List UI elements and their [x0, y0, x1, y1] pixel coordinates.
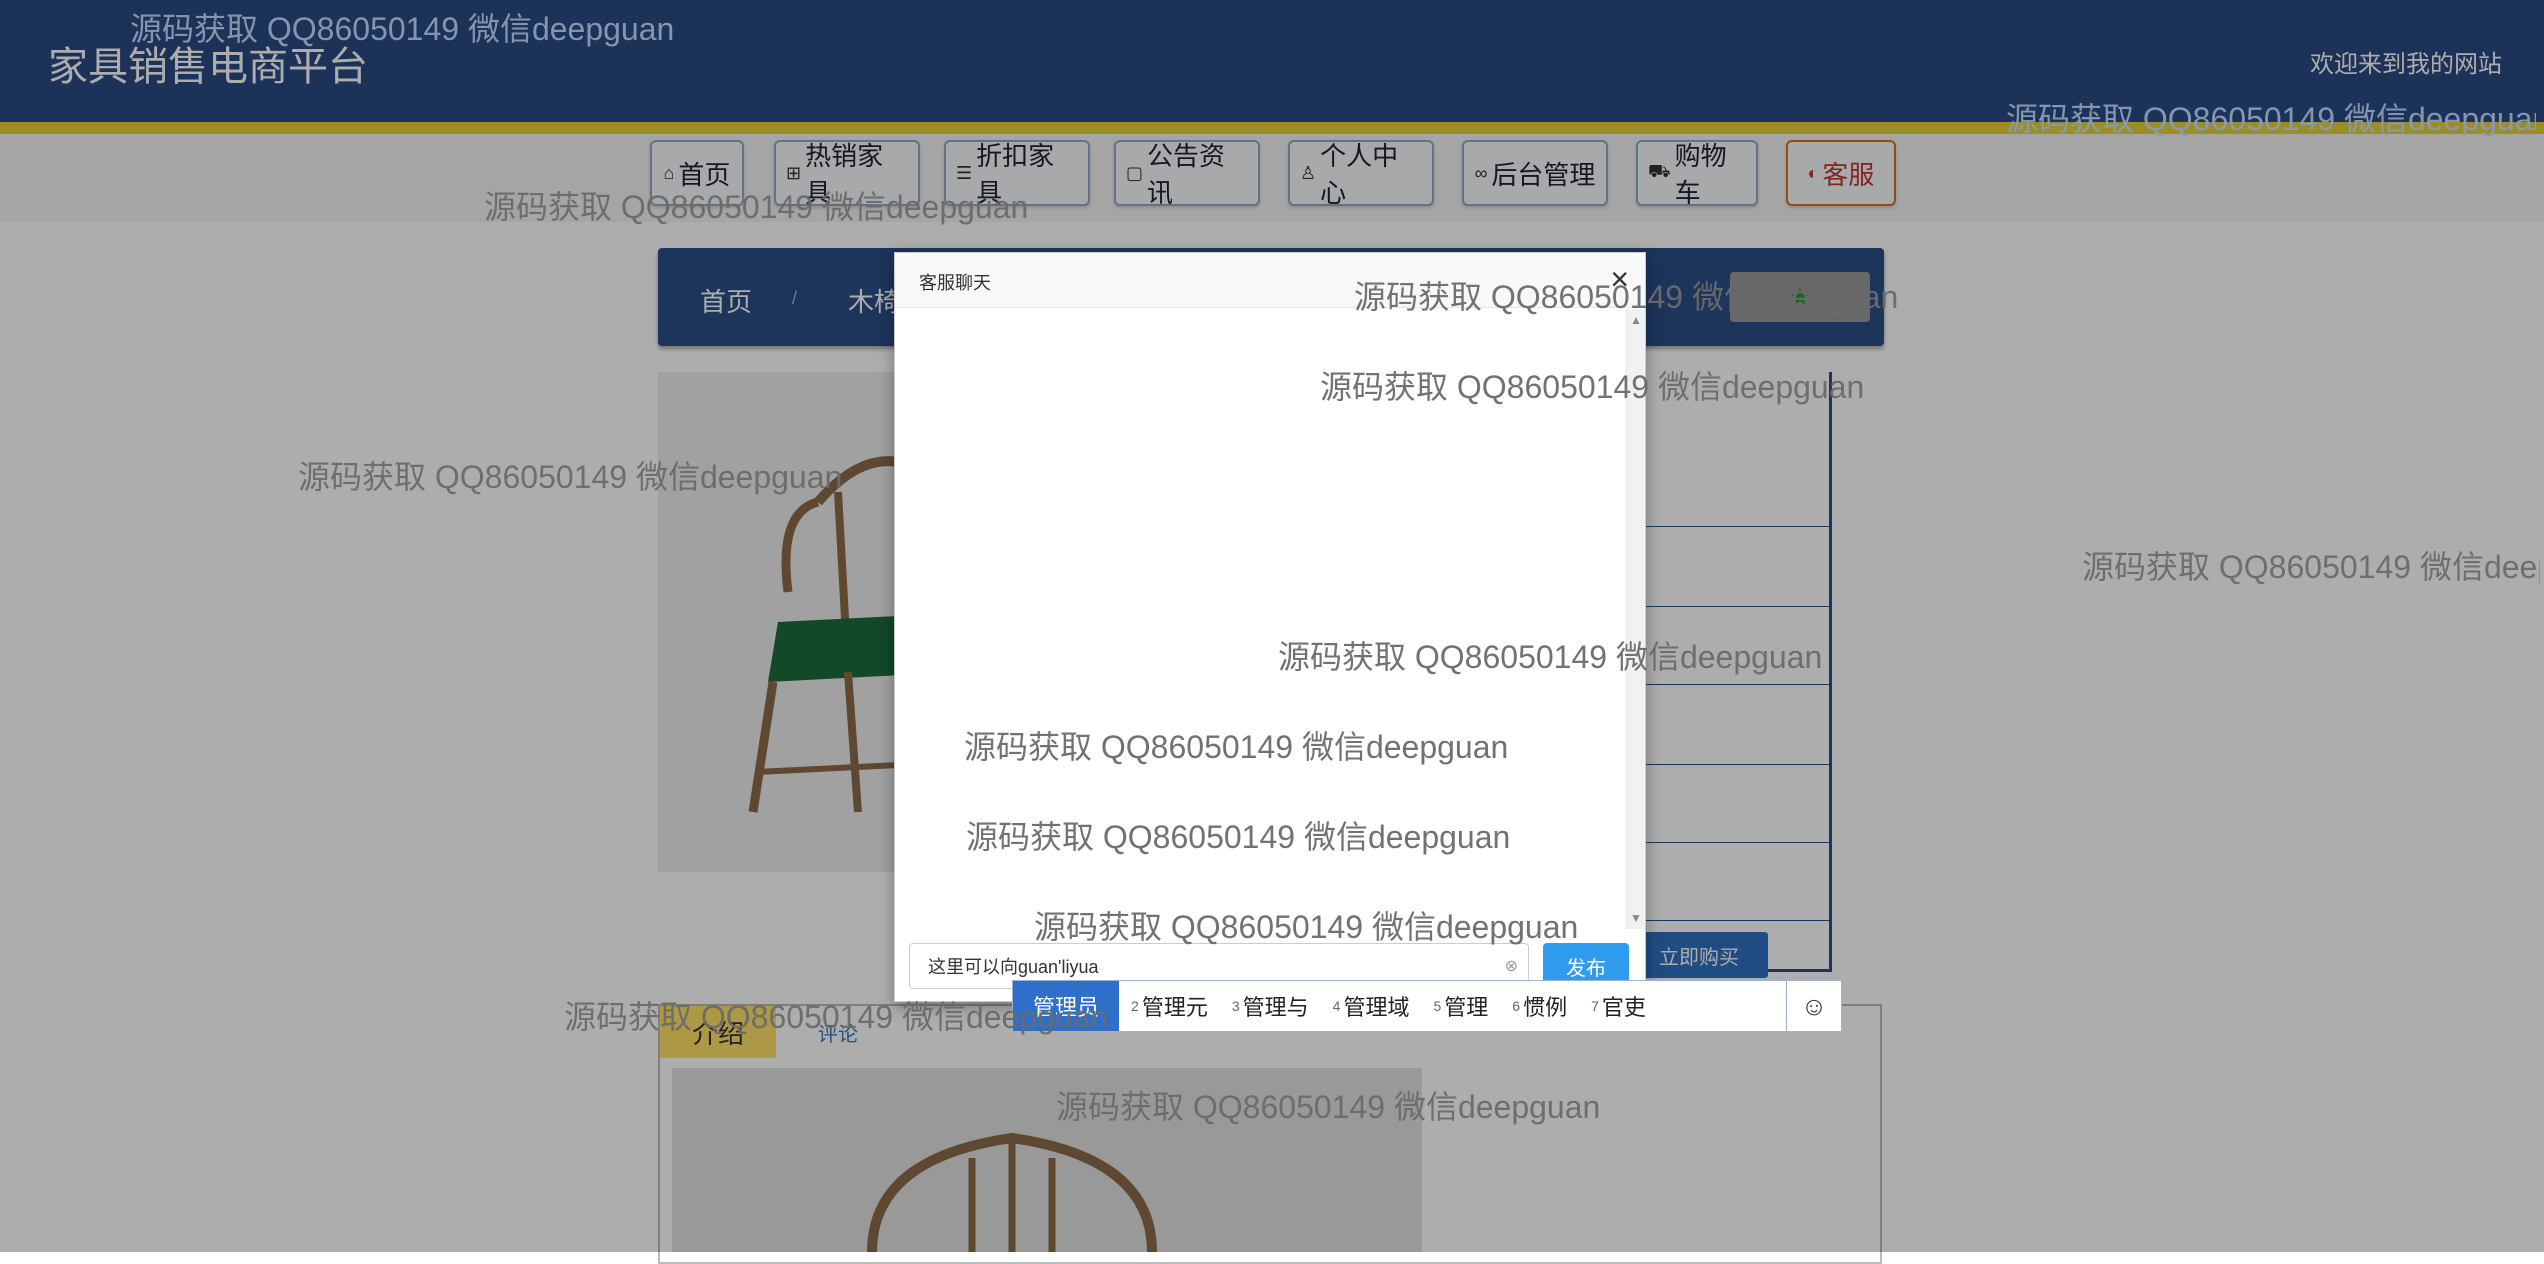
ime-candidate-text: 官吏 — [1601, 995, 1646, 1020]
ime-candidate-number: 3 — [1231, 998, 1240, 1014]
ime-candidate-text: 管理与 — [1242, 995, 1309, 1020]
watermark-text: 源码获取 QQ86050149 微信deepguan — [966, 819, 1511, 855]
chat-input-text: 这里可以向guan'liyua — [928, 957, 1099, 977]
emoji-icon[interactable]: ☺ — [1786, 981, 1841, 1031]
ime-candidate-number: 5 — [1433, 998, 1442, 1014]
watermark-text: 源码获取 QQ86050149 微信deepguan — [1034, 909, 1579, 945]
clear-icon[interactable]: ⊗ — [1505, 956, 1518, 976]
watermark-text: 源码获取 QQ86050149 微信deepguan — [2082, 549, 2540, 585]
ime-candidate[interactable]: 2 管理元 — [1119, 981, 1220, 1031]
watermark-text: 源码获取 QQ86050149 微信deepguan — [298, 459, 843, 495]
watermark-text: 源码获取 QQ86050149 微信deepguan — [564, 999, 1109, 1035]
ime-candidate-number: 6 — [1512, 998, 1521, 1014]
ime-candidate-bar: 管理员 2 管理元 3 管理与 4 管理域 5 管理 6 惯例 7 官吏 ☺ — [1012, 980, 1842, 1032]
watermark-text: 源码获取 QQ86050149 微信deepguan — [1056, 1089, 1601, 1125]
ime-candidate[interactable]: 7 官吏 — [1579, 981, 1658, 1031]
watermark-text: 源码获取 QQ86050149 微信deepguan — [2006, 101, 2536, 137]
watermark-text: 源码获取 QQ86050149 微信deepguan — [964, 729, 1509, 765]
ime-candidate-text: 管理 — [1444, 995, 1489, 1020]
ime-candidate[interactable]: 5 管理 — [1421, 981, 1500, 1031]
ime-candidate-number: 2 — [1131, 998, 1139, 1014]
watermark-text: 源码获取 QQ86050149 微信deepguan — [484, 189, 1029, 225]
watermark-text: 源码获取 QQ86050149 微信deepguan — [130, 11, 675, 47]
ime-candidate-text: 管理元 — [1141, 995, 1208, 1020]
ime-candidate-text: 惯例 — [1523, 995, 1568, 1020]
watermark-text: 源码获取 QQ86050149 微信deepguan — [1278, 639, 1823, 675]
modal-title: 客服聊天 — [919, 273, 991, 293]
watermark-text: 源码获取 QQ86050149 微信deepguan — [1320, 369, 1865, 405]
ime-candidate[interactable]: 3 管理与 — [1220, 981, 1321, 1031]
ime-candidate[interactable]: 6 惯例 — [1500, 981, 1579, 1031]
ime-candidate[interactable]: 4 管理域 — [1321, 981, 1422, 1031]
ime-candidate-text: 管理域 — [1343, 995, 1410, 1020]
scroll-down-icon[interactable]: ▼ — [1630, 911, 1642, 925]
ime-candidate-number: 7 — [1591, 998, 1599, 1014]
watermark-text: 源码获取 QQ86050149 微信deepguan — [1354, 279, 1899, 315]
ime-candidate-number: 4 — [1332, 998, 1341, 1014]
